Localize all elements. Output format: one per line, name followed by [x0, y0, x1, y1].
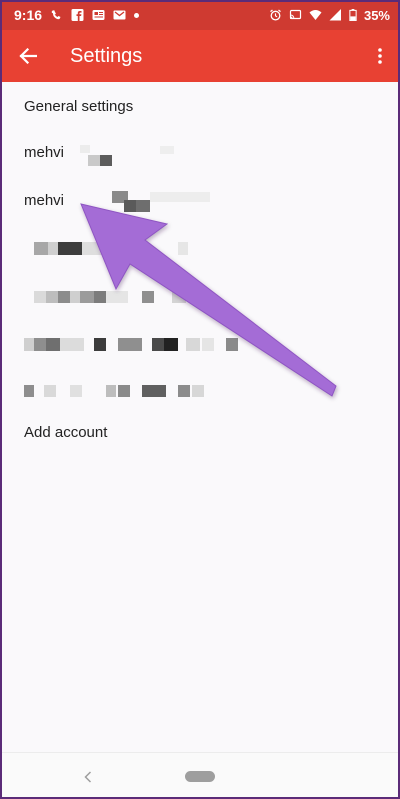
- battery-percent: 35%: [363, 7, 390, 23]
- home-pill-button[interactable]: [185, 771, 215, 782]
- overflow-menu-button[interactable]: [360, 30, 400, 82]
- app-bar: Settings: [0, 30, 400, 82]
- pixelated-email-redaction-light-2: [160, 146, 174, 154]
- redacted-row-1: [0, 242, 400, 256]
- status-time: 9:16: [14, 7, 43, 23]
- notification-dot-icon: [134, 12, 140, 18]
- add-account-label: Add account: [24, 423, 108, 441]
- redacted-row-3: [0, 338, 400, 352]
- cast-icon: [289, 9, 302, 21]
- nav-back-button[interactable]: [80, 764, 96, 788]
- general-settings-label: General settings: [24, 97, 134, 115]
- signal-icon: [329, 9, 342, 21]
- news-icon: [92, 9, 105, 21]
- account-1-name: mehvi: [24, 143, 65, 161]
- gmail-icon: [113, 9, 126, 21]
- pixelated-email-redaction-light: [80, 145, 90, 153]
- pixelated-email-redaction-dark: [124, 200, 136, 212]
- page-title: Settings: [70, 44, 143, 67]
- facebook-icon: [71, 9, 84, 21]
- pixelated-email-redaction-dark: [100, 155, 112, 166]
- battery-icon: [349, 9, 357, 21]
- arrow-back-icon: [19, 47, 38, 65]
- add-account-item[interactable]: Add account: [0, 408, 400, 456]
- alarm-icon: [269, 9, 282, 21]
- general-settings-item[interactable]: General settings: [0, 82, 400, 130]
- chevron-left-icon: [84, 770, 92, 783]
- pixelated-email-redaction-light: [150, 192, 210, 202]
- wifi-icon: [309, 9, 322, 21]
- more-vert-icon: [378, 48, 382, 64]
- redacted-row-4: [0, 385, 400, 399]
- account-item-2[interactable]: mehvi: [0, 176, 400, 224]
- account-item-1[interactable]: mehvi: [0, 128, 400, 176]
- status-bar: 9:16 35%: [0, 0, 400, 30]
- account-2-name: mehvi: [24, 191, 65, 209]
- navigation-bar: [0, 752, 400, 799]
- pixelated-email-redaction-mid: [136, 200, 150, 212]
- redacted-row-2: [0, 291, 400, 305]
- back-button[interactable]: [0, 30, 56, 82]
- missed-call-icon: [50, 9, 63, 21]
